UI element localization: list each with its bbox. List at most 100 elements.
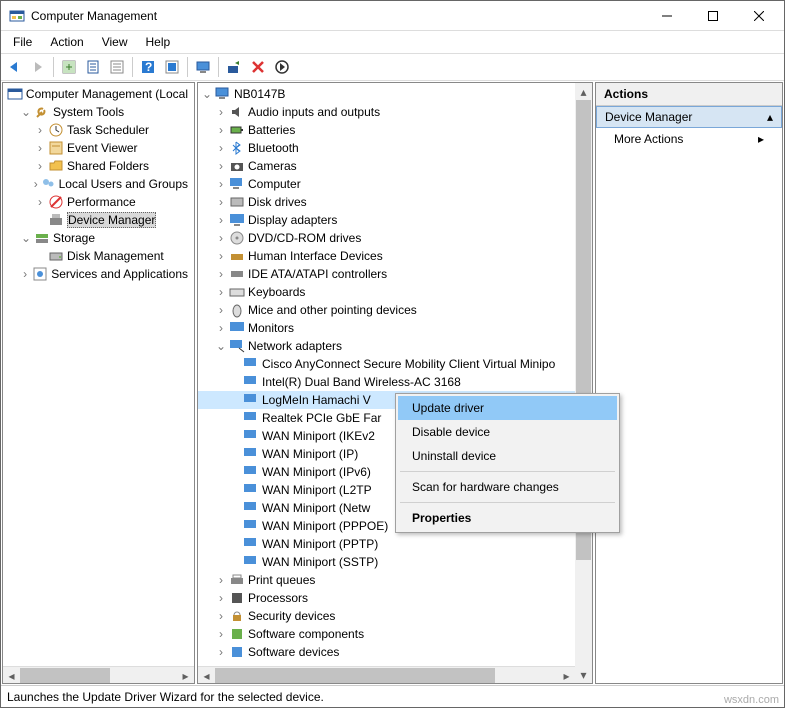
net-wan-pptp[interactable]: WAN Miniport (PPTP) [198,535,575,553]
dev-monitors[interactable]: ›Monitors [198,319,575,337]
chevron-right-icon[interactable]: › [214,285,228,299]
ctx-scan-hardware[interactable]: Scan for hardware changes [398,475,617,499]
scan-hw-button[interactable] [223,56,245,78]
chevron-down-icon[interactable] [5,87,6,101]
dev-computer[interactable]: ›Computer [198,175,575,193]
ctx-properties[interactable]: Properties [398,506,617,530]
actions-more[interactable]: More Actions ▸ [596,128,782,150]
ctx-update-driver[interactable]: Update driver [398,396,617,420]
properties-button[interactable] [82,56,104,78]
chevron-right-icon[interactable]: › [214,249,228,263]
dev-display[interactable]: ›Display adapters [198,211,575,229]
dev-audio[interactable]: ›Audio inputs and outputs [198,103,575,121]
tree-shared-folders[interactable]: ›Shared Folders [3,157,194,175]
dev-bluetooth[interactable]: ›Bluetooth [198,139,575,157]
dev-softdev[interactable]: ›Software devices [198,643,575,661]
dev-security[interactable]: ›Security devices [198,607,575,625]
chevron-down-icon[interactable]: ⌄ [19,231,33,245]
chevron-right-icon[interactable]: › [214,195,228,209]
tree-services-apps[interactable]: ›Services and Applications [3,265,194,283]
menu-file[interactable]: File [5,33,40,51]
tree-disk-mgmt[interactable]: Disk Management [3,247,194,265]
chevron-right-icon[interactable]: › [214,267,228,281]
scroll-down-icon[interactable]: ▾ [575,666,592,683]
maximize-button[interactable] [690,2,736,30]
dev-softcomp[interactable]: ›Software components [198,625,575,643]
dev-print[interactable]: ›Print queues [198,571,575,589]
chevron-right-icon[interactable]: › [214,231,228,245]
net-cisco[interactable]: Cisco AnyConnect Secure Mobility Client … [198,355,575,373]
actions-devmgr[interactable]: Device Manager ▴ [596,106,782,128]
dev-ide[interactable]: ›IDE ATA/ATAPI controllers [198,265,575,283]
chevron-right-icon[interactable]: › [214,141,228,155]
chevron-right-icon[interactable]: › [214,213,228,227]
scroll-right-icon[interactable]: ▸ [177,667,194,684]
h-scrollbar[interactable]: ◂ ▸ [198,666,575,683]
chevron-right-icon[interactable]: › [214,159,228,173]
chevron-right-icon[interactable]: › [214,609,228,623]
v-scrollbar[interactable]: ▴ ▾ [575,83,592,683]
scroll-thumb[interactable] [215,668,495,683]
forward-button[interactable] [27,56,49,78]
minimize-button[interactable] [644,2,690,30]
dev-network[interactable]: ⌄Network adapters [198,337,575,355]
scroll-left-icon[interactable]: ◂ [3,667,20,684]
enable-button[interactable] [271,56,293,78]
list-button[interactable] [106,56,128,78]
chevron-down-icon[interactable]: ⌄ [19,105,33,119]
dev-root[interactable]: ⌄NB0147B [198,85,575,103]
chevron-right-icon[interactable]: › [214,321,228,335]
device-tree[interactable]: ⌄NB0147B ›Audio inputs and outputs ›Batt… [197,82,593,684]
chevron-right-icon[interactable]: › [214,627,228,641]
tree-storage[interactable]: ⌄Storage [3,229,194,247]
computer-icon[interactable] [192,56,214,78]
chevron-right-icon[interactable]: › [19,267,31,281]
dev-cameras[interactable]: ›Cameras [198,157,575,175]
tree-local-users[interactable]: ›Local Users and Groups [3,175,194,193]
action-button[interactable] [161,56,183,78]
menu-view[interactable]: View [94,33,136,51]
h-scrollbar[interactable]: ◂ ▸ [3,666,194,683]
uninstall-button[interactable] [247,56,269,78]
scroll-right-icon[interactable]: ▸ [558,667,575,684]
dev-batteries[interactable]: ›Batteries [198,121,575,139]
show-hide-tree-button[interactable] [58,56,80,78]
chevron-right-icon[interactable]: › [214,573,228,587]
dev-hid[interactable]: ›Human Interface Devices [198,247,575,265]
chevron-right-icon[interactable]: › [214,645,228,659]
menu-help[interactable]: Help [138,33,179,51]
dev-disk[interactable]: ›Disk drives [198,193,575,211]
chevron-down-icon[interactable]: ⌄ [200,87,214,101]
chevron-right-icon[interactable]: › [33,141,47,155]
collapse-icon[interactable]: ▴ [767,110,773,124]
chevron-right-icon[interactable]: › [33,159,47,173]
tree-performance[interactable]: ›Performance [3,193,194,211]
back-button[interactable] [3,56,25,78]
tree-event-viewer[interactable]: ›Event Viewer [3,139,194,157]
tree-device-manager[interactable]: Device Manager [3,211,194,229]
tree-root[interactable]: Computer Management (Local [3,85,194,103]
chevron-right-icon[interactable]: › [33,123,47,137]
net-wan-sstp[interactable]: WAN Miniport (SSTP) [198,553,575,571]
help-button[interactable]: ? [137,56,159,78]
dev-mice[interactable]: ›Mice and other pointing devices [198,301,575,319]
chevron-right-icon[interactable]: › [33,195,47,209]
menu-action[interactable]: Action [42,33,91,51]
chevron-down-icon[interactable]: ⌄ [214,339,228,353]
close-button[interactable] [736,2,782,30]
tree-system-tools[interactable]: ⌄System Tools [3,103,194,121]
scroll-thumb[interactable] [20,668,110,683]
chevron-right-icon[interactable]: › [214,177,228,191]
ctx-disable-device[interactable]: Disable device [398,420,617,444]
scroll-left-icon[interactable]: ◂ [198,667,215,684]
chevron-right-icon[interactable]: › [214,303,228,317]
dev-dvd[interactable]: ›DVD/CD-ROM drives [198,229,575,247]
net-intel[interactable]: Intel(R) Dual Band Wireless-AC 3168 [198,373,575,391]
dev-processors[interactable]: ›Processors [198,589,575,607]
chevron-right-icon[interactable]: › [214,105,228,119]
console-tree[interactable]: Computer Management (Local ⌄System Tools… [2,82,195,684]
ctx-uninstall-device[interactable]: Uninstall device [398,444,617,468]
chevron-right-icon[interactable]: › [214,123,228,137]
scroll-up-icon[interactable]: ▴ [575,83,592,100]
tree-task-scheduler[interactable]: ›Task Scheduler [3,121,194,139]
